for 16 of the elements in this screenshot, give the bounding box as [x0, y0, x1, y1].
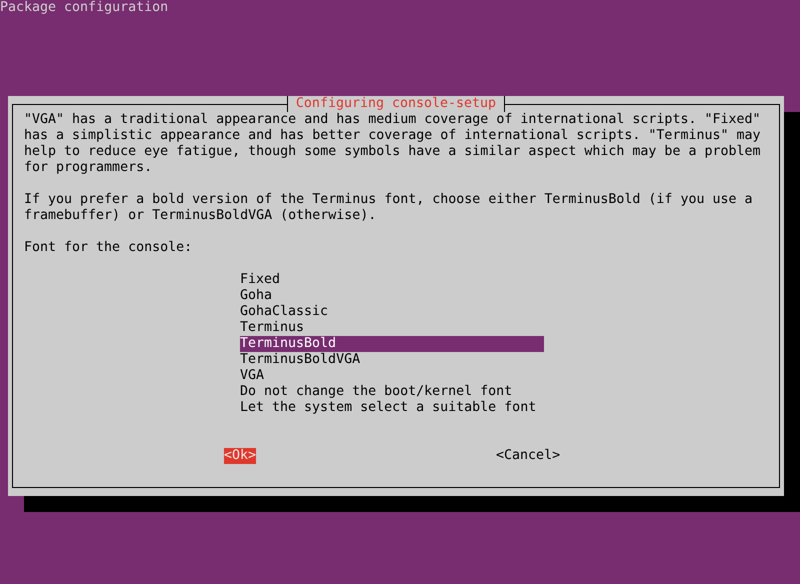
- font-option[interactable]: Goha: [240, 288, 544, 304]
- font-option[interactable]: TerminusBold: [240, 336, 544, 352]
- screen-title: Package configuration: [0, 0, 168, 16]
- font-option[interactable]: GohaClassic: [240, 304, 544, 320]
- prompt-text: Font for the console:: [24, 240, 192, 256]
- description-paragraph: If you prefer a bold version of the Terminus font, choose either TerminusBold (if you use a framebuffer) or TerminusBoldVGA (otherwise).: [24, 192, 754, 224]
- dialog-title: Configuring console-setup: [286, 96, 506, 112]
- font-option[interactable]: Do not change the boot/kernel font: [240, 384, 544, 400]
- description-paragraph: "VGA" has a traditional appearance and has medium coverage of international scripts. "Fixed" has a simplistic appearance and has better coverage of international scripts. "Terminus" may help to reduce eye fatigue, though some symbols have a similar aspect which may be a problem for programmers.: [24, 112, 762, 176]
- font-option[interactable]: Let the system select a suitable font: [240, 400, 544, 416]
- font-option[interactable]: VGA: [240, 368, 544, 384]
- cancel-button[interactable]: <Cancel>: [496, 448, 560, 464]
- font-option[interactable]: TerminusBoldVGA: [240, 352, 544, 368]
- font-option[interactable]: Fixed: [240, 272, 544, 288]
- ok-button[interactable]: <Ok>: [224, 448, 256, 464]
- font-option[interactable]: Terminus: [240, 320, 544, 336]
